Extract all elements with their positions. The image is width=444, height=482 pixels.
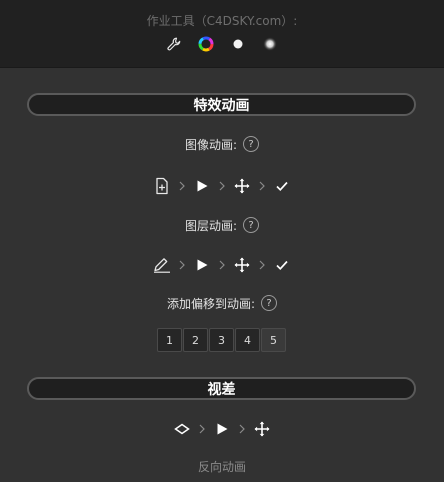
image-animation-flow: [0, 176, 444, 196]
layer-animation-flow: [0, 255, 444, 275]
chevron-right-icon: [258, 260, 266, 270]
color-wheel-icon[interactable]: [198, 36, 214, 52]
image-animation-row: 图像动画: ?: [0, 134, 444, 154]
layer-animation-help-button[interactable]: ?: [243, 217, 260, 233]
offset-button-4[interactable]: 4: [235, 328, 260, 352]
offset-animation-row: 添加偏移到动画: ?: [0, 293, 444, 313]
chevron-right-icon: [238, 424, 246, 434]
image-animation-label: 图像动画:: [184, 137, 238, 152]
layer-animation-row: 图层动画: ?: [0, 215, 444, 235]
chevron-right-icon: [178, 260, 186, 270]
chevron-right-icon: [258, 181, 266, 191]
add-image-icon[interactable]: [153, 177, 171, 195]
offset-button-3[interactable]: 3: [209, 328, 234, 352]
offset-button-5[interactable]: 5: [261, 328, 286, 352]
section-parallax: 视差: [27, 377, 416, 400]
header-title: 作业工具（C4DSKY.com）:: [146, 14, 298, 28]
chevron-right-icon: [218, 181, 226, 191]
parallax-flow: [0, 419, 444, 439]
layer-animation-label: 图层动画:: [184, 218, 238, 233]
move-icon[interactable]: [233, 177, 251, 195]
reverse-animation-button[interactable]: 反向动画: [0, 458, 444, 475]
header-tools: [0, 34, 444, 54]
checkmark-icon[interactable]: [273, 256, 291, 274]
toolbar-header: 作业工具（C4DSKY.com）:: [0, 0, 444, 68]
pencil-icon[interactable]: [153, 256, 171, 274]
offset-number-buttons: 1 2 3 4 5: [157, 328, 286, 352]
chevron-right-icon: [178, 181, 186, 191]
move-icon[interactable]: [253, 420, 271, 438]
play-icon[interactable]: [213, 420, 231, 438]
diamond-icon[interactable]: [173, 420, 191, 438]
offset-animation-help-button[interactable]: ?: [261, 295, 278, 311]
checkmark-icon[interactable]: [273, 177, 291, 195]
offset-button-1[interactable]: 1: [157, 328, 182, 352]
soft-light-icon[interactable]: [262, 36, 278, 52]
chevron-right-icon: [198, 424, 206, 434]
play-icon[interactable]: [193, 256, 211, 274]
offset-button-2[interactable]: 2: [183, 328, 208, 352]
white-dot-icon[interactable]: [230, 36, 246, 52]
move-icon[interactable]: [233, 256, 251, 274]
wrench-icon[interactable]: [166, 36, 182, 52]
section-effects-animation: 特效动画: [27, 93, 416, 116]
play-icon[interactable]: [193, 177, 211, 195]
chevron-right-icon: [218, 260, 226, 270]
image-animation-help-button[interactable]: ?: [243, 136, 260, 152]
offset-animation-label: 添加偏移到动画:: [166, 296, 256, 311]
